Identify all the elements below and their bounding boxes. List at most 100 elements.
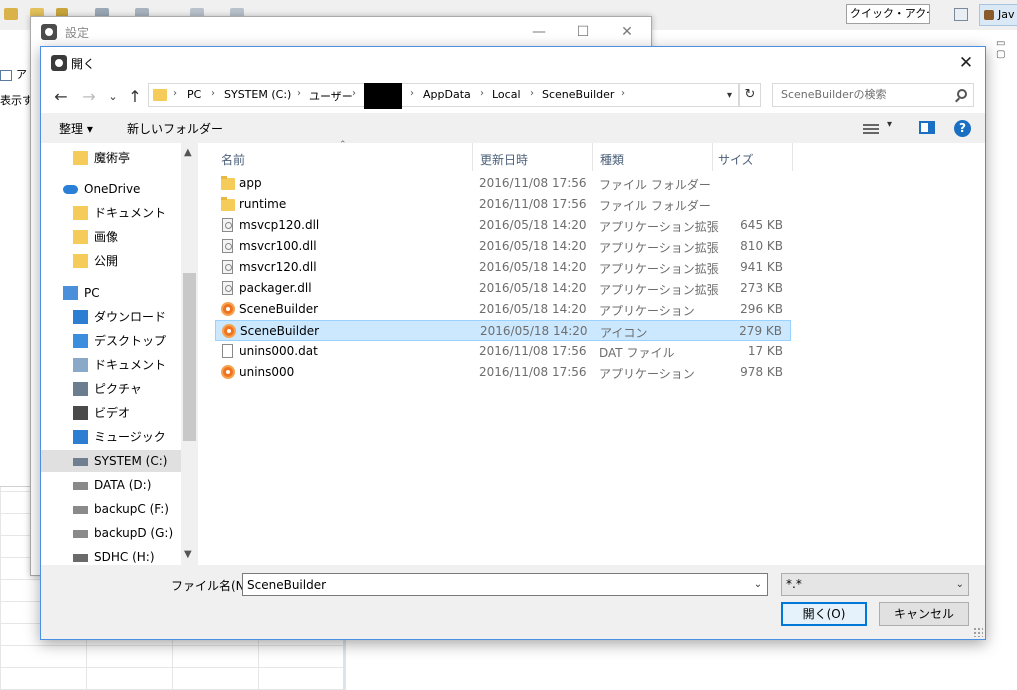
open-folder-icon[interactable]	[4, 8, 18, 20]
preview-pane-icon[interactable]	[919, 121, 935, 134]
nav-item-label: ダウンロード	[94, 310, 167, 324]
nav-item[interactable]: ドキュメント	[41, 202, 181, 224]
nav-item[interactable]: backupC (F:)	[41, 498, 181, 520]
file-size: 273 KB	[740, 281, 783, 295]
breadcrumb-scenebuilder[interactable]: SceneBuilder	[542, 88, 614, 101]
java-perspective-button[interactable]: Jav	[979, 4, 1017, 26]
organize-button[interactable]: 整理 ▾	[59, 120, 93, 137]
ide-divider	[343, 634, 346, 690]
nav-item[interactable]: 魔術亭	[41, 147, 181, 169]
address-dropdown-button[interactable]: ▾	[721, 83, 739, 107]
column-divider[interactable]	[592, 143, 593, 171]
nav-scroll-thumb[interactable]	[183, 273, 196, 441]
file-row[interactable]: msvcp120.dll 2016/05/18 14:20 アプリケーション拡張 64…	[215, 215, 791, 236]
view-dropdown-button[interactable]: ▾	[887, 119, 892, 130]
column-divider[interactable]	[792, 143, 793, 171]
file-type-filter[interactable]: *.* ⌄	[781, 573, 969, 596]
search-icon[interactable]	[957, 89, 967, 99]
open-perspective-icon[interactable]	[954, 8, 968, 21]
up-button[interactable]: ↑	[125, 87, 145, 107]
file-date: 2016/11/08 17:56	[479, 344, 587, 358]
breadcrumb-pc[interactable]: PC	[187, 88, 201, 101]
view-options-icon[interactable]	[863, 122, 879, 134]
cancel-button[interactable]: キャンセル	[879, 602, 969, 626]
column-header-type[interactable]: 種類	[600, 151, 624, 168]
column-header-modified[interactable]: 更新日時	[480, 151, 528, 168]
chevron-right-icon: ›	[530, 88, 534, 99]
address-bar[interactable]: › PC › SYSTEM (C:) › ユーザー › › AppData › …	[148, 83, 761, 109]
refresh-button[interactable]: ↻	[739, 83, 761, 107]
file-type: アイコン	[600, 326, 648, 340]
dialog-close-button[interactable]: ✕	[951, 51, 981, 75]
file-row[interactable]: unins000 2016/11/08 17:56 アプリケーション 978 KB	[215, 362, 791, 383]
column-divider[interactable]	[472, 143, 473, 171]
nav-item-label: デスクトップ	[94, 334, 167, 348]
ide-left-tab[interactable]: ア	[0, 66, 27, 82]
maximize-button[interactable]: ☐	[561, 21, 605, 43]
breadcrumb-users[interactable]: ユーザー	[309, 88, 353, 104]
file-row[interactable]: packager.dll 2016/05/18 14:20 アプリケーション拡張 27…	[215, 278, 791, 299]
nav-item-label: OneDrive	[84, 182, 141, 196]
nav-item[interactable]: ダウンロード	[41, 306, 181, 328]
forward-button[interactable]: →	[79, 87, 99, 107]
nav-item[interactable]: DATA (D:)	[41, 474, 181, 496]
filename-history-dropdown[interactable]: ⌄	[749, 574, 767, 595]
resize-grip[interactable]	[973, 627, 983, 637]
filename-input[interactable]	[242, 573, 768, 596]
video-icon	[73, 406, 88, 420]
column-header-size[interactable]: サイズ	[718, 151, 754, 168]
quick-access-field[interactable]: クイック・アクセス	[846, 4, 930, 24]
nav-item[interactable]: 画像	[41, 226, 181, 248]
file-row[interactable]: msvcr120.dll 2016/05/18 14:20 アプリケーション拡張 94…	[215, 257, 791, 278]
open-button[interactable]: 開く(O)	[781, 602, 867, 626]
minimize-button[interactable]: —	[517, 21, 561, 43]
nav-item[interactable]: OneDrive	[41, 178, 181, 200]
help-icon[interactable]: ?	[954, 120, 971, 137]
nav-item[interactable]: SDHC (H:)	[41, 546, 181, 565]
nav-item[interactable]: デスクトップ	[41, 330, 181, 352]
breadcrumb-appdata[interactable]: AppData	[423, 88, 471, 101]
drive-icon	[73, 530, 88, 538]
nav-item[interactable]: ドキュメント	[41, 354, 181, 376]
file-size: 810 KB	[740, 239, 783, 253]
ide-minimize-controls[interactable]: ▭ ▢	[996, 38, 1017, 60]
nav-item[interactable]: PC	[41, 282, 181, 304]
dll-icon	[222, 260, 233, 274]
nav-item[interactable]: ミュージック	[41, 426, 181, 448]
breadcrumb-system-c[interactable]: SYSTEM (C:)	[224, 88, 291, 101]
scroll-up-icon[interactable]: ▲	[184, 147, 192, 158]
file-date: 2016/05/18 14:20	[479, 260, 587, 274]
search-input[interactable]: SceneBuilderの検索	[772, 83, 974, 107]
nav-item[interactable]: backupD (G:)	[41, 522, 181, 544]
nav-item[interactable]: SYSTEM (C:)	[41, 450, 181, 472]
scroll-down-icon[interactable]: ▼	[184, 549, 192, 560]
file-date: 2016/05/18 14:20	[479, 281, 587, 295]
column-divider[interactable]	[712, 143, 713, 171]
file-name: SceneBuilder	[240, 324, 320, 338]
file-row[interactable]: unins000.dat 2016/11/08 17:56 DAT ファイル 17 K…	[215, 341, 791, 362]
recent-locations-button[interactable]: ⌄	[103, 87, 123, 107]
dialog-footer: ファイル名(N): ⌄ *.* ⌄ 開く(O) キャンセル	[41, 565, 985, 639]
file-row[interactable]: msvcr100.dll 2016/05/18 14:20 アプリケーション拡張 81…	[215, 236, 791, 257]
new-folder-button[interactable]: 新しいフォルダー	[127, 120, 223, 137]
back-button[interactable]: ←	[51, 87, 71, 107]
folder-icon	[153, 89, 167, 101]
file-size: 279 KB	[739, 324, 782, 338]
close-button[interactable]: ✕	[605, 21, 649, 43]
file-date: 2016/05/18 14:20	[479, 302, 587, 316]
file-row[interactable]: runtime 2016/11/08 17:56 ファイル フォルダー	[215, 194, 791, 215]
file-row[interactable]: SceneBuilder 2016/05/18 14:20 アイコン 279 KB	[215, 320, 791, 341]
nav-item[interactable]: 公開	[41, 250, 181, 272]
nav-item[interactable]: ビデオ	[41, 402, 181, 424]
breadcrumb-local[interactable]: Local	[492, 88, 521, 101]
nav-item[interactable]: ピクチャ	[41, 378, 181, 400]
file-type: ファイル フォルダー	[599, 199, 711, 213]
file-row[interactable]: app 2016/11/08 17:56 ファイル フォルダー	[215, 173, 791, 194]
nav-item-label: ドキュメント	[94, 206, 167, 220]
nav-scrollbar[interactable]: ▲ ▼	[181, 143, 198, 565]
file-row[interactable]: SceneBuilder 2016/05/18 14:20 アプリケーション 296 …	[215, 299, 791, 320]
pc-icon	[63, 286, 78, 300]
column-header-name[interactable]: 名前	[221, 151, 245, 168]
ide-left-tab-label: ア	[16, 68, 27, 81]
system-drive-icon	[73, 458, 88, 466]
